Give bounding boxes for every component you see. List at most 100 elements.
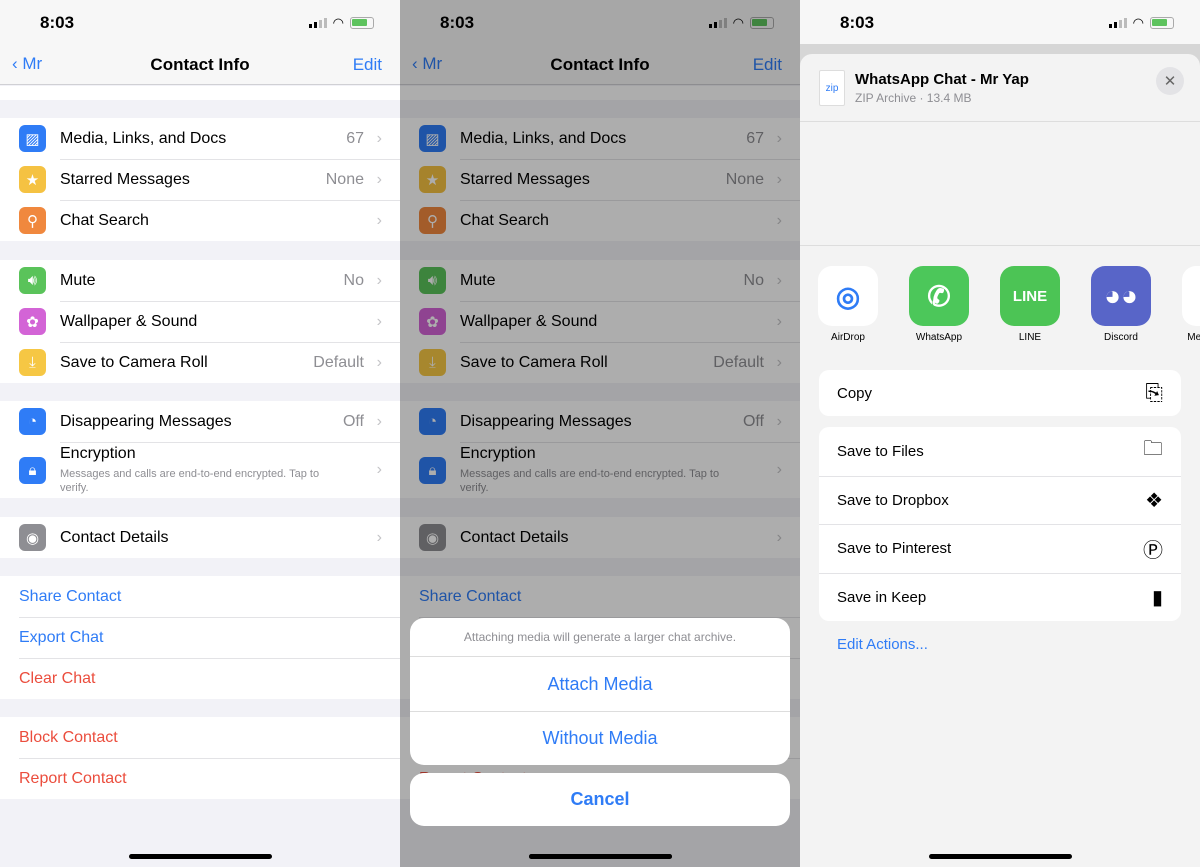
action-save-to-files[interactable]: Save to Files 🗀 xyxy=(819,427,1181,476)
app-messenger[interactable]: ◐ Messenger xyxy=(1182,266,1200,343)
contact-info-screen: 8:03 ◠ ‹ Mr Contact Info Edit ▨ Media, L… xyxy=(0,0,400,867)
chevron-right-icon: › xyxy=(376,312,382,330)
chevron-right-icon: › xyxy=(376,211,382,229)
close-button[interactable]: ✕ xyxy=(1156,67,1184,95)
home-indicator xyxy=(529,854,672,859)
app-line[interactable]: LINE LINE xyxy=(1000,266,1060,343)
contact-info-export-screen: 8:03 ◠ ‹ Mr Contact Info Edit ▨ Media, L… xyxy=(400,0,800,867)
star-icon: ★ xyxy=(19,166,46,193)
row-subtitle: Messages and calls are end-to-end encryp… xyxy=(60,468,320,494)
folder-icon: 🗀 xyxy=(1143,438,1163,461)
search-icon: ⚲ xyxy=(19,207,46,234)
share-header: zip WhatsApp Chat - Mr Yap ZIP Archive ·… xyxy=(800,54,1200,122)
chevron-right-icon: › xyxy=(376,412,382,430)
chevron-right-icon: › xyxy=(376,353,382,371)
signal-icon xyxy=(308,18,327,28)
row-chat-search[interactable]: ⚲ Chat Search › xyxy=(0,200,400,241)
row-label: Disappearing Messages xyxy=(60,412,232,430)
cancel-button[interactable]: Cancel xyxy=(410,773,790,826)
actions-group: Block ContactReport Contact xyxy=(0,717,400,799)
attach-media-button[interactable]: Attach Media xyxy=(410,657,790,711)
share-apps-row: ◎ AirDrop ✆ WhatsApp LINE LINE ◕◕ Discor… xyxy=(800,245,1200,355)
row-label: Wallpaper & Sound xyxy=(60,312,198,330)
action-save-to-pinterest[interactable]: Save to Pinterest Ⓟ xyxy=(819,524,1181,573)
without-media-button[interactable]: Without Media xyxy=(410,711,790,765)
settings-group: 🔊︎ Mute No › ✿ Wallpaper & Sound › ⤓ Sav… xyxy=(0,260,400,383)
settings-group: ◔ Disappearing Messages Off › 🔒︎ Encrypt… xyxy=(0,401,400,498)
report-contact-button[interactable]: Report Contact xyxy=(0,758,400,799)
whatsapp-icon: ✆ xyxy=(909,266,969,326)
home-indicator xyxy=(929,854,1072,859)
line-icon: LINE xyxy=(1000,266,1060,326)
flower-icon: ✿ xyxy=(19,308,46,335)
status-time: 8:03 xyxy=(40,13,75,32)
chevron-right-icon: › xyxy=(376,461,382,478)
share-sheet-screen: 8:03 ◠ zip WhatsApp Chat - Mr Yap ZIP Ar… xyxy=(800,0,1200,867)
copy-group: Copy ⎘ xyxy=(819,370,1181,416)
share-sheet: zip WhatsApp Chat - Mr Yap ZIP Archive ·… xyxy=(800,54,1200,867)
actions-group: Share ContactExport ChatClear Chat xyxy=(0,576,400,699)
row-label: Starred Messages xyxy=(60,170,190,188)
file-meta: ZIP Archive · 13.4 MB xyxy=(855,91,972,105)
app-discord[interactable]: ◕◕ Discord xyxy=(1091,266,1151,343)
row-value: 67 xyxy=(346,129,364,147)
edit-actions-link[interactable]: Edit Actions... xyxy=(837,636,928,653)
battery-icon xyxy=(350,17,374,29)
row-label: Encryption xyxy=(60,445,136,462)
row-wallpaper-sound[interactable]: ✿ Wallpaper & Sound › xyxy=(0,301,400,342)
row-value: Default xyxy=(313,353,364,371)
row-encryption[interactable]: 🔒︎ Encryption Messages and calls are end-… xyxy=(0,442,400,498)
row-media-links-and-docs[interactable]: ▨ Media, Links, and Docs 67 › xyxy=(0,118,400,159)
export-chat-button[interactable]: Export Chat xyxy=(0,617,400,658)
speaker-icon: 🔊︎ xyxy=(19,267,46,294)
share-contact-button[interactable]: Share Contact xyxy=(0,576,400,617)
timer-icon: ◔ xyxy=(19,408,46,435)
bookmark-icon: ▮ xyxy=(1151,586,1163,609)
action-sheet: Attaching media will generate a larger c… xyxy=(410,618,790,765)
status-time: 8:03 xyxy=(840,13,875,32)
chevron-right-icon: › xyxy=(376,271,382,289)
wifi-icon: ◠ xyxy=(332,15,344,30)
wifi-icon: ◠ xyxy=(1132,15,1144,30)
cancel-sheet: Cancel xyxy=(410,773,790,826)
airdrop-icon: ◎ xyxy=(818,266,878,326)
lock-icon: 🔒︎ xyxy=(19,456,46,484)
status-bar: 8:03 ◠ xyxy=(0,0,400,44)
action-save-in-keep[interactable]: Save in Keep ▮ xyxy=(819,572,1181,622)
copy-icon: ⎘ xyxy=(1145,380,1163,405)
photo-icon: ▨ xyxy=(19,125,46,152)
row-save-to-camera-roll[interactable]: ⤓ Save to Camera Roll Default › xyxy=(0,342,400,383)
messenger-icon: ◐ xyxy=(1182,266,1200,326)
app-whatsapp[interactable]: ✆ WhatsApp xyxy=(909,266,969,343)
row-label: Media, Links, and Docs xyxy=(60,129,227,147)
home-indicator xyxy=(129,854,272,859)
row-value: None xyxy=(325,170,364,188)
row-contact-details[interactable]: ◉ Contact Details › xyxy=(0,517,400,558)
row-starred-messages[interactable]: ★ Starred Messages None › xyxy=(0,159,400,200)
close-icon: ✕ xyxy=(1163,73,1177,90)
chevron-right-icon: › xyxy=(376,528,382,546)
action-save-to-dropbox[interactable]: Save to Dropbox ❖ xyxy=(819,475,1181,525)
app-airdrop[interactable]: ◎ AirDrop xyxy=(818,266,878,343)
settings-group: ▨ Media, Links, and Docs 67 › ★ Starred … xyxy=(0,118,400,241)
chevron-right-icon: › xyxy=(376,170,382,188)
copy-action[interactable]: Copy ⎘ xyxy=(819,370,1181,416)
clear-chat-button[interactable]: Clear Chat xyxy=(0,658,400,699)
battery-icon xyxy=(1150,17,1174,29)
download-icon: ⤓ xyxy=(19,349,46,376)
block-contact-button[interactable]: Block Contact xyxy=(0,717,400,758)
settings-group: ◉ Contact Details › xyxy=(0,517,400,558)
status-bar: 8:03 ◠ xyxy=(800,0,1200,44)
person-icon: ◉ xyxy=(19,524,46,551)
discord-icon: ◕◕ xyxy=(1091,266,1151,326)
nav-bar: ‹ Mr Contact Info Edit xyxy=(0,44,400,85)
row-label: Contact Details xyxy=(60,528,169,546)
edit-button[interactable]: Edit xyxy=(353,55,382,75)
row-disappearing-messages[interactable]: ◔ Disappearing Messages Off › xyxy=(0,401,400,442)
chevron-right-icon: › xyxy=(376,129,382,147)
zip-file-icon: zip xyxy=(819,70,845,106)
row-label: Save to Camera Roll xyxy=(60,353,208,371)
action-sheet-message: Attaching media will generate a larger c… xyxy=(410,618,790,657)
row-value: No xyxy=(343,271,364,289)
row-mute[interactable]: 🔊︎ Mute No › xyxy=(0,260,400,301)
